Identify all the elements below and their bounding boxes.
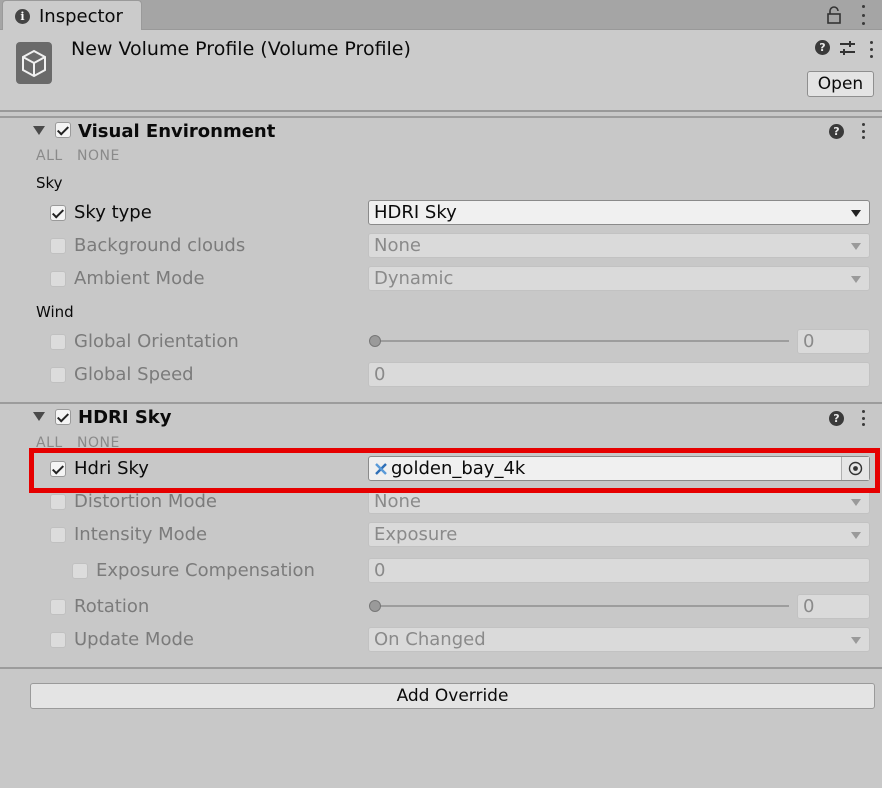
kebab-menu-icon[interactable] xyxy=(859,123,867,139)
section-enable-checkbox[interactable] xyxy=(55,122,71,138)
tab-inspector[interactable]: i Inspector xyxy=(2,0,142,30)
highlight-box xyxy=(29,448,880,493)
background-clouds-value: None xyxy=(374,235,421,256)
field-label-global-speed: Global Speed xyxy=(74,364,194,385)
volume-profile-asset-icon xyxy=(16,42,52,84)
override-checkbox-intensity-mode[interactable] xyxy=(50,527,66,543)
rotation-input[interactable]: 0 xyxy=(797,594,870,619)
slider-handle[interactable] xyxy=(369,335,381,347)
help-icon[interactable]: ? xyxy=(829,124,844,139)
ambient-mode-value: Dynamic xyxy=(374,268,454,289)
field-label-rotation: Rotation xyxy=(74,596,150,617)
sky-type-value: HDRI Sky xyxy=(374,202,457,223)
background-clouds-dropdown[interactable]: None xyxy=(368,233,870,258)
intensity-mode-dropdown[interactable]: Exposure xyxy=(368,522,870,547)
override-checkbox-distortion-mode[interactable] xyxy=(50,494,66,510)
dropdown-arrow-icon xyxy=(851,637,861,644)
override-checkbox-rotation[interactable] xyxy=(50,599,66,615)
global-orientation-slider[interactable] xyxy=(372,340,789,342)
override-checkbox-global-speed[interactable] xyxy=(50,367,66,383)
none-toggle[interactable]: NONE xyxy=(77,435,120,447)
tab-label: Inspector xyxy=(39,6,123,27)
field-label-exposure-compensation: Exposure Compensation xyxy=(96,560,315,581)
field-label-global-orientation: Global Orientation xyxy=(74,331,239,352)
none-toggle[interactable]: NONE xyxy=(77,148,120,164)
field-label-ambient-mode: Ambient Mode xyxy=(74,268,205,289)
section-enable-checkbox[interactable] xyxy=(55,409,71,425)
global-orientation-input[interactable]: 0 xyxy=(797,329,870,354)
rotation-slider[interactable] xyxy=(372,605,789,607)
field-label-intensity-mode: Intensity Mode xyxy=(74,524,208,545)
kebab-menu-icon[interactable] xyxy=(859,410,867,426)
dropdown-arrow-icon xyxy=(851,210,861,217)
foldout-arrow-icon[interactable] xyxy=(33,126,45,135)
profile-header: New Volume Profile (Volume Profile) ? Op… xyxy=(0,30,882,112)
foldout-arrow-icon[interactable] xyxy=(33,412,45,421)
intensity-mode-value: Exposure xyxy=(374,524,458,545)
add-override-button[interactable]: Add Override xyxy=(30,683,875,709)
group-label-wind: Wind xyxy=(36,303,74,321)
update-mode-dropdown[interactable]: On Changed xyxy=(368,627,870,652)
page-title: New Volume Profile (Volume Profile) xyxy=(71,38,411,60)
field-label-update-mode: Update Mode xyxy=(74,629,194,650)
dropdown-arrow-icon xyxy=(851,499,861,506)
section-divider xyxy=(0,402,882,404)
kebab-menu-icon[interactable] xyxy=(858,5,868,25)
dropdown-arrow-icon xyxy=(851,243,861,250)
field-label-sky-type: Sky type xyxy=(74,202,152,223)
field-label-background-clouds: Background clouds xyxy=(74,235,246,256)
global-speed-input[interactable]: 0 xyxy=(368,362,870,387)
group-label-sky: Sky xyxy=(36,174,63,192)
override-checkbox-background-clouds[interactable] xyxy=(50,238,66,254)
dropdown-arrow-icon xyxy=(851,532,861,539)
kebab-menu-icon[interactable] xyxy=(867,41,875,58)
override-checkbox-global-orientation[interactable] xyxy=(50,334,66,350)
override-checkbox-ambient-mode[interactable] xyxy=(50,271,66,287)
exposure-compensation-input[interactable]: 0 xyxy=(368,558,870,583)
slider-handle[interactable] xyxy=(369,600,381,612)
help-icon[interactable]: ? xyxy=(815,40,830,55)
update-mode-value: On Changed xyxy=(374,629,486,650)
ambient-mode-dropdown[interactable]: Dynamic xyxy=(368,266,870,291)
lock-icon[interactable] xyxy=(826,6,842,24)
section-title[interactable]: HDRI Sky xyxy=(78,407,172,428)
field-label-distortion-mode: Distortion Mode xyxy=(74,491,217,512)
open-button[interactable]: Open xyxy=(807,71,874,97)
override-checkbox-update-mode[interactable] xyxy=(50,632,66,648)
section-divider xyxy=(0,667,882,669)
info-icon: i xyxy=(15,9,30,24)
sky-type-dropdown[interactable]: HDRI Sky xyxy=(368,200,870,225)
presets-icon[interactable] xyxy=(839,40,856,62)
dropdown-arrow-icon xyxy=(851,276,861,283)
override-checkbox-sky-type[interactable] xyxy=(50,205,66,221)
section-title[interactable]: Visual Environment xyxy=(78,121,275,142)
all-toggle[interactable]: ALL xyxy=(36,148,63,164)
override-checkbox-exposure-compensation[interactable] xyxy=(72,563,88,579)
all-toggle[interactable]: ALL xyxy=(36,435,63,447)
distortion-mode-value: None xyxy=(374,491,421,512)
section-divider xyxy=(0,116,882,118)
help-icon[interactable]: ? xyxy=(829,411,844,426)
